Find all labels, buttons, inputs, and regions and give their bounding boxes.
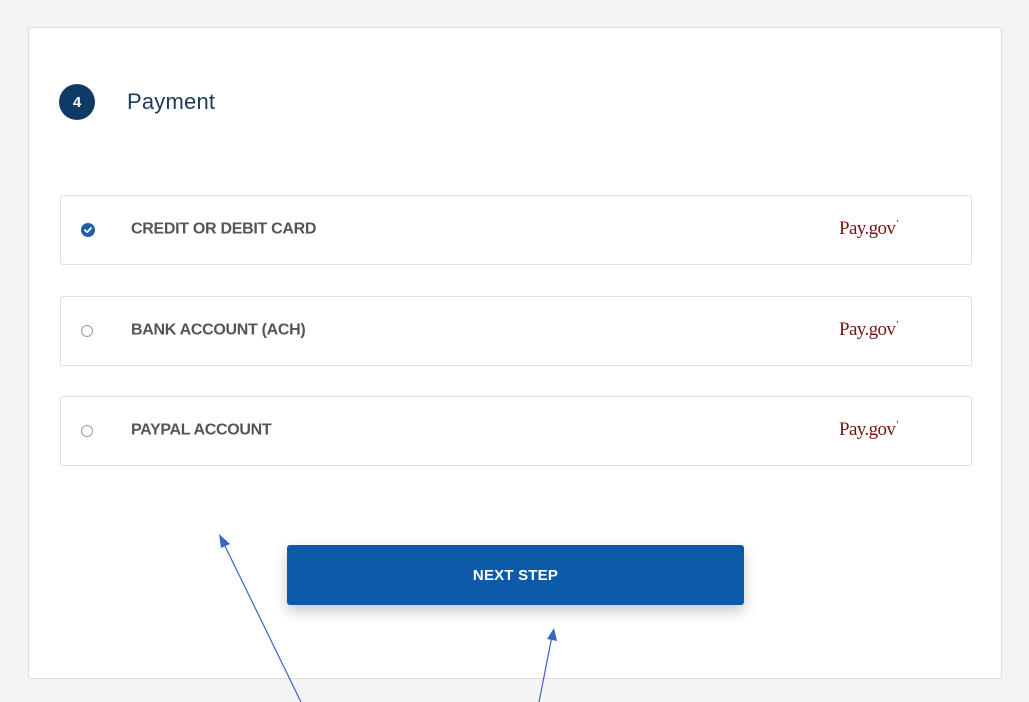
paygov-logo-text: Pay.gov — [839, 319, 896, 340]
paygov-logo-text: Pay.gov — [839, 218, 896, 239]
step-header: 4 Payment — [59, 80, 215, 124]
radio-empty-icon[interactable] — [81, 325, 93, 337]
paygov-logo: Pay.gov ′ — [839, 218, 899, 242]
payment-option-label: PAYPAL ACCOUNT — [131, 421, 272, 439]
step-title: Payment — [127, 89, 216, 114]
next-step-button[interactable]: NEXT STEP — [287, 545, 744, 605]
paygov-logo-text: Pay.gov — [839, 419, 896, 440]
payment-option-bank-account[interactable]: BANK ACCOUNT (ACH) Pay.gov ′ — [60, 296, 972, 366]
payment-option-label: CREDIT OR DEBIT CARD — [131, 220, 317, 238]
step-number-badge: 4 — [59, 84, 95, 120]
check-circle-icon[interactable] — [81, 223, 95, 237]
payment-option-paypal[interactable]: PAYPAL ACCOUNT Pay.gov ′ — [60, 396, 972, 466]
payment-option-credit-card[interactable]: CREDIT OR DEBIT CARD Pay.gov ′ — [60, 195, 972, 265]
payment-option-label: BANK ACCOUNT (ACH) — [131, 321, 306, 339]
paygov-logo-tick: ′ — [896, 218, 899, 230]
payment-card: 4 Payment CREDIT OR DEBIT CARD Pay.gov ′ … — [28, 27, 1002, 679]
paygov-logo: Pay.gov ′ — [839, 419, 899, 443]
paygov-logo-tick: ′ — [896, 319, 899, 331]
paygov-logo: Pay.gov ′ — [839, 319, 899, 343]
paygov-logo-tick: ′ — [896, 419, 899, 431]
radio-empty-icon[interactable] — [81, 425, 93, 437]
